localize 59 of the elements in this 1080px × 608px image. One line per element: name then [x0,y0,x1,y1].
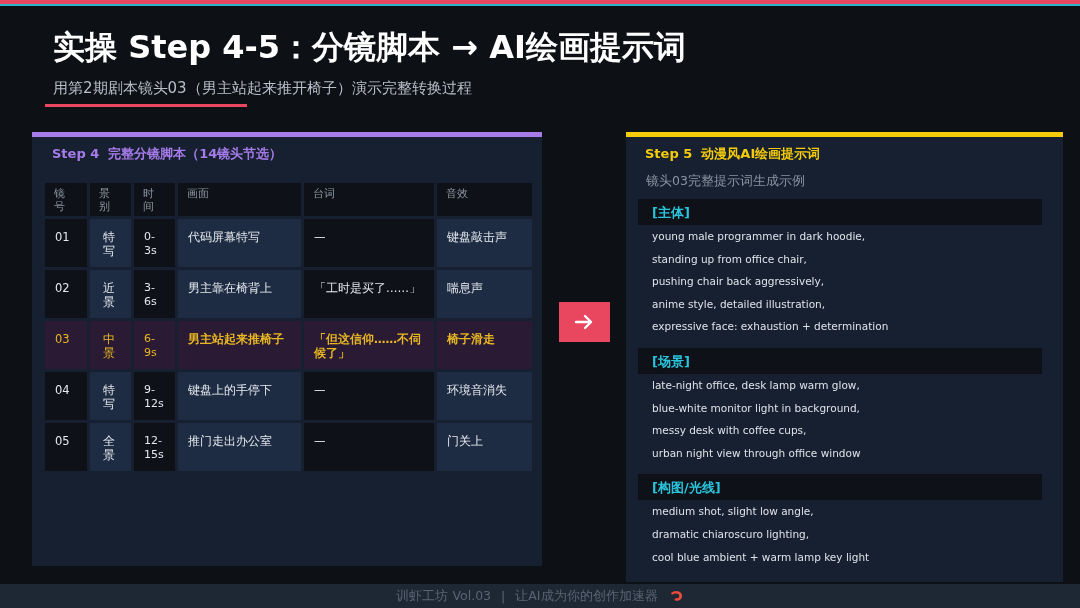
table-cell: — [304,219,434,267]
table-cell: 「工时是买了……」 [304,270,434,318]
prompt-line: pushing chair back aggressively, [651,274,826,290]
column-header: 镜号 [45,183,87,216]
table-cell: 01 [45,219,87,267]
column-header: 台词 [304,183,434,216]
table-cell: — [304,372,434,420]
table-cell: 键盘上的手停下 [178,372,301,420]
table-cell: 特写 [90,219,131,267]
right-arrow-icon [574,314,594,330]
table-cell: 03 [45,321,87,369]
panel-subtitle: 镜头03完整提示词生成示例 [646,173,806,189]
panel-title: Step 4 完整分镜脚本（14镜头节选） [52,145,284,163]
table-cell: 12-15s [134,423,175,471]
table-cell: 05 [45,423,87,471]
table-cell: 全景 [90,423,131,471]
table-cell: 9-12s [134,372,175,420]
table-cell: 04 [45,372,87,420]
table-cell: 0-3s [134,219,175,267]
prompt-line: cool blue ambient + warm lamp key light [651,549,871,565]
table-cell: 椅子滑走 [437,321,532,369]
column-header: 音效 [437,183,532,216]
footer-slogan: 让AI成为你的创作加速器 [515,587,658,605]
prompt-line: late-night office, desk lamp warm glow, [651,377,861,393]
section-heading: [场景] [652,353,690,369]
slide-title: 实操 Step 4-5：分镜脚本 → AI绘画提示词 [53,27,687,68]
table-cell: 男主站起来推椅子 [178,321,301,369]
column-header: 时间 [134,183,175,216]
section-heading: [主体] [652,205,690,220]
table-cell: 近景 [90,270,131,318]
prompt-line: blue-white monitor light in background, [651,400,861,416]
table-cell: 键盘敲击声 [437,219,532,267]
prompt-line: anime style, detailed illustration, [651,296,827,312]
table-cell: 男主靠在椅背上 [178,270,301,318]
prompt-line: urban night view through office window [651,445,862,461]
table-cell: 3-6s [134,270,175,318]
column-header: 景别 [90,183,131,216]
table-cell: — [304,423,434,471]
table-cell: 中景 [90,321,131,369]
table-cell: 代码屏幕特写 [178,219,301,267]
slide-subtitle: 用第2期剧本镜头03（男主站起来推开椅子）演示完整转换过程 [53,78,473,98]
table-cell: 推门走出办公室 [178,423,301,471]
table-cell: 02 [45,270,87,318]
footer-separator: | [501,588,506,604]
table-cell: 环境音消失 [437,372,532,420]
prompt-line: standing up from office chair, [651,251,808,267]
table-cell: 喘息声 [437,270,532,318]
prompt-line: expressive face: exhaustion + determination [651,319,890,335]
prompt-line: young male programmer in dark hoodie, [651,229,867,244]
prompt-line: dramatic chiaroscuro lighting, [651,526,811,542]
table-cell: 门关上 [437,423,532,471]
column-header: 画面 [178,183,301,216]
table-cell: 「但这信仰……不伺候了」 [304,321,434,369]
section-heading: [构图/光线] [652,480,721,496]
panel-title: Step 5 动漫风AI绘画提示词 [645,145,822,163]
prompt-line: messy desk with coffee cups, [651,423,808,439]
table-cell: 6-9s [134,321,175,369]
prompt-line: medium shot, slight low angle, [651,504,815,520]
table-cell: 特写 [90,372,131,420]
